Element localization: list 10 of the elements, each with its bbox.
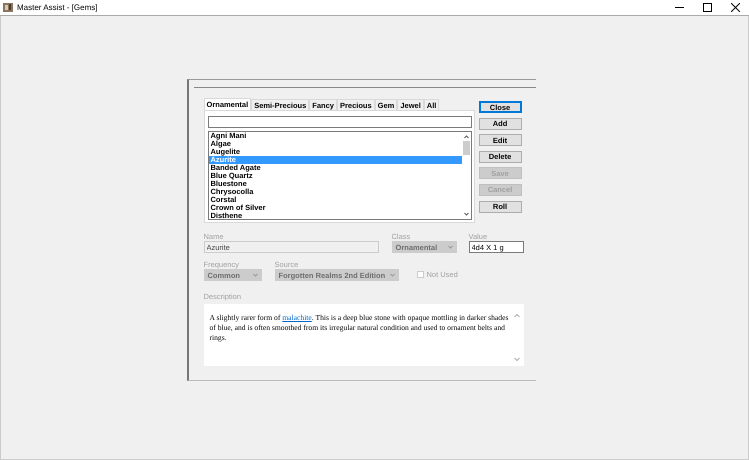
window-title: Master Assist - [Gems] [17, 3, 98, 12]
description-box[interactable] [204, 304, 524, 366]
chevron-down-icon [252, 273, 258, 277]
chevron-down-icon [448, 245, 452, 249]
scroll-thumb[interactable] [462, 141, 470, 155]
close-icon[interactable] [730, 3, 740, 12]
maximize-icon[interactable] [702, 3, 712, 12]
chevron-down-icon [390, 273, 394, 277]
search-field[interactable] [208, 116, 472, 128]
app-icon [3, 3, 13, 12]
